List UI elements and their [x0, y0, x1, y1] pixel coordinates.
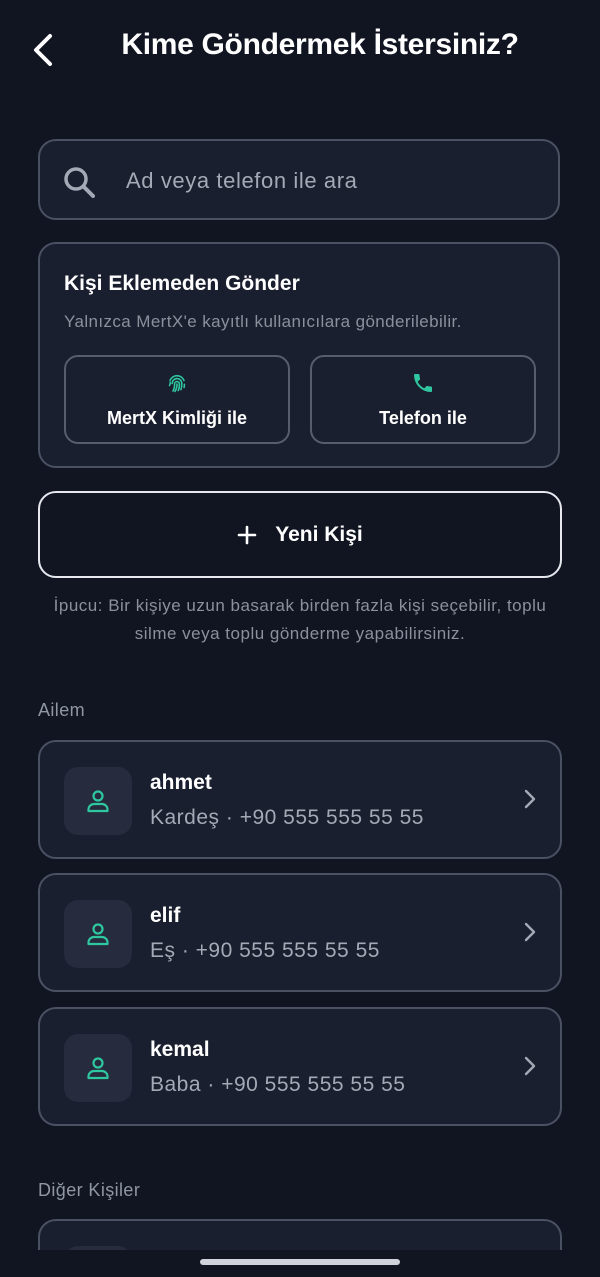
header: Kime Göndermek İstersiniz? — [0, 0, 600, 100]
avatar — [64, 900, 132, 968]
send-by-phone-label: Telefon ile — [379, 408, 467, 428]
section-title-family: Ailem — [38, 700, 86, 720]
contact-detail: Eş · +90 555 555 55 55 — [150, 939, 380, 962]
chevron-right-icon — [524, 789, 536, 809]
send-by-id-button[interactable]: MertX Kimliği ile — [64, 355, 290, 444]
send-by-phone-button[interactable]: Telefon ile — [310, 355, 536, 444]
list-item[interactable]: ahmet Kardeş · +90 555 555 55 55 — [38, 740, 562, 859]
person-icon — [87, 1057, 109, 1080]
contact-detail: Baba · +90 555 555 55 55 — [150, 1073, 406, 1096]
list-item[interactable]: kemal Baba · +90 555 555 55 55 — [38, 1007, 562, 1126]
quick-send-subtitle: Yalnızca MertX'e kayıtlı kullanıcılara g… — [64, 312, 462, 331]
avatar — [64, 1246, 132, 1250]
contact-name: ahmet — [150, 771, 212, 794]
search-icon — [64, 167, 95, 198]
list-item[interactable]: elif Eş · +90 555 555 55 55 — [38, 873, 562, 992]
list-viewport-clip — [38, 1219, 562, 1250]
contact-name: elif — [150, 904, 181, 927]
search-bar[interactable] — [38, 139, 560, 220]
chevron-right-icon — [524, 922, 536, 942]
tip-text: İpucu: Bir kişiye uzun basarak birden fa… — [53, 596, 547, 643]
home-indicator — [200, 1259, 400, 1265]
send-by-id-label: MertX Kimliği ile — [106, 408, 248, 428]
plus-icon — [237, 525, 257, 544]
search-input[interactable] — [124, 141, 542, 220]
fingerprint-icon — [168, 374, 186, 393]
quick-send-card: Kişi Eklemeden Gönder Yalnızca MertX'e k… — [38, 242, 560, 468]
person-icon — [87, 790, 109, 813]
contact-detail: Kardeş · +90 555 555 55 55 — [150, 806, 424, 829]
chevron-right-icon — [524, 1056, 536, 1076]
avatar — [64, 1034, 132, 1102]
contact-name: kemal — [150, 1038, 210, 1061]
new-contact-button[interactable]: Yeni Kişi — [38, 491, 562, 578]
quick-send-title: Kişi Eklemeden Gönder — [64, 272, 300, 295]
section-title-other: Diğer Kişiler — [38, 1180, 141, 1200]
avatar — [64, 767, 132, 835]
new-contact-label: Yeni Kişi — [275, 522, 363, 546]
phone-icon — [414, 374, 432, 392]
page-title: Kime Göndermek İstersiniz? — [121, 28, 519, 61]
list-item[interactable] — [38, 1219, 562, 1250]
person-icon — [87, 923, 109, 946]
